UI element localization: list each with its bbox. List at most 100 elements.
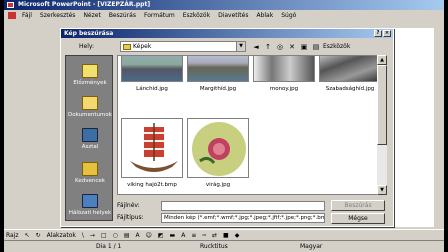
file-name: Szabadsághíd.jpg (325, 86, 375, 92)
chevron-down-icon[interactable]: ▼ (236, 42, 245, 51)
file-thumbnail (121, 56, 183, 82)
oval-icon[interactable]: ○ (113, 232, 118, 239)
left-border (0, 0, 4, 252)
scroll-thumb[interactable] (377, 65, 387, 145)
menu-bar: Fájl Szerkesztés Nézet Beszúrás Formátum… (4, 10, 444, 21)
menu-help[interactable]: Súgó (281, 12, 296, 19)
line-color-icon[interactable]: ▬ (170, 232, 176, 239)
select-arrow-icon[interactable]: ↖ (25, 232, 30, 239)
file-name: Margithíd.jpg (199, 86, 237, 92)
drawing-toolbar: Rajz ↖ ↻ Alakzatok \ → □ ○ ▤ A ☺ ◩ ▬ A ≡… (4, 229, 444, 240)
file-item[interactable]: Margithíd.jpg (186, 56, 250, 92)
back-icon[interactable]: ◄ (251, 41, 261, 52)
powerpoint-window: Microsoft PowerPoint - [VIZEPZÁR.ppt] Fá… (0, 0, 448, 252)
font-color-icon[interactable]: A (181, 232, 185, 239)
tools-menu[interactable]: Eszközök (323, 42, 350, 52)
menu-view[interactable]: Nézet (83, 12, 100, 19)
help-button[interactable]: ? (374, 30, 382, 37)
powerpoint-app-icon (7, 2, 14, 8)
look-in-combo[interactable]: Képek ▼ (120, 41, 246, 52)
menu-tools[interactable]: Eszközök (183, 12, 210, 19)
filename-input[interactable] (161, 201, 325, 211)
file-thumbnail (121, 118, 183, 178)
file-name: Lánchíd.jpg (136, 86, 168, 92)
place-network[interactable]: Hálózati helyek (66, 194, 114, 216)
draw-menu[interactable]: Rajz (6, 232, 19, 239)
menu-format[interactable]: Formátum (144, 12, 175, 19)
window-title: Microsoft PowerPoint - [VIZEPZÁR.ppt] (18, 1, 151, 8)
slide-indicator: Dia 1 / 1 (96, 243, 122, 250)
menu-slideshow[interactable]: Diavetítés (218, 12, 248, 19)
look-in-row: Hely: Képek ▼ ◄ ↑ ◎ ✕ ▣ ▤ Eszközök (65, 41, 391, 53)
slide-area (394, 28, 444, 227)
place-my-documents[interactable]: Dokumentumok (66, 96, 114, 118)
document-icon[interactable] (8, 12, 16, 19)
cancel-button[interactable]: Mégse (331, 213, 385, 224)
rectangle-icon[interactable]: □ (101, 232, 107, 239)
file-name: viking hajó2t.bmp (127, 182, 177, 188)
right-border (444, 0, 448, 252)
file-thumbnail (187, 56, 249, 82)
textbox-icon[interactable]: ▤ (124, 232, 130, 239)
filetype-select[interactable]: Minden kép (*.emf;*.wmf;*.jpg;*.jpeg;*.j… (161, 213, 325, 223)
scroll-up-icon[interactable]: ▲ (377, 55, 387, 65)
menu-file[interactable]: Fájl (22, 12, 32, 19)
title-bar: Microsoft PowerPoint - [VIZEPZÁR.ppt] (4, 0, 444, 10)
place-favorites[interactable]: Kedvencek (66, 162, 114, 184)
fill-color-icon[interactable]: ◩ (158, 232, 164, 239)
look-in-value: Képek (133, 43, 152, 50)
file-list-scrollbar[interactable]: ▲ ▼ (377, 55, 387, 195)
clipart-icon[interactable]: ☺ (146, 232, 152, 239)
language-indicator: Magyar (300, 243, 323, 250)
file-list-view[interactable]: Lánchíd.jpg Margithíd.jpg monoy.jpg Szab… (117, 55, 385, 195)
3d-icon[interactable]: ◆ (235, 232, 240, 239)
up-folder-icon[interactable]: ↑ (263, 41, 273, 52)
autoshapes-menu[interactable]: Alakzatok (47, 232, 76, 239)
menu-edit[interactable]: Szerkesztés (40, 12, 76, 19)
file-item[interactable]: viking hajó2t.bmp (120, 118, 184, 188)
file-item[interactable]: virág.jpg (186, 118, 250, 188)
menu-insert[interactable]: Beszúrás (109, 12, 136, 19)
places-bar: Előzmények Dokumentumok Asztal Kedvencek… (65, 55, 113, 221)
status-bar: Dia 1 / 1 Rucktitus Magyar (4, 240, 444, 252)
place-desktop[interactable]: Asztal (66, 128, 114, 150)
wordart-icon[interactable]: A (136, 232, 140, 239)
shadow-icon[interactable]: ■ (223, 232, 229, 239)
dialog-title: Kép beszúrása (64, 30, 114, 37)
desktop-icon (82, 128, 98, 142)
history-icon (82, 64, 98, 78)
my-documents-icon (82, 96, 98, 110)
delete-icon[interactable]: ✕ (287, 41, 297, 52)
file-item[interactable]: monoy.jpg (252, 56, 316, 92)
file-thumbnail (319, 56, 381, 82)
arrow-icon[interactable]: → (90, 232, 95, 239)
outline-pane (4, 28, 60, 227)
file-item[interactable]: Lánchíd.jpg (120, 56, 184, 92)
favorites-icon (82, 162, 98, 176)
file-name: monoy.jpg (269, 86, 299, 92)
new-folder-icon[interactable]: ▣ (299, 41, 309, 52)
dialog-toolbar: ◄ ↑ ◎ ✕ ▣ ▤ Eszközök (251, 41, 350, 52)
network-places-icon (82, 194, 98, 208)
filetype-label: Fájltípus: (117, 214, 144, 221)
file-item[interactable]: Szabadsághíd.jpg (318, 56, 382, 92)
insert-button[interactable]: Beszúrás (331, 200, 385, 211)
folder-icon (123, 44, 131, 50)
file-thumbnail (253, 56, 315, 82)
arrow-style-icon[interactable]: ⇄ (212, 232, 217, 239)
file-thumbnail (187, 118, 249, 178)
scroll-down-icon[interactable]: ▼ (377, 185, 387, 195)
design-name: Rucktitus (200, 243, 228, 250)
dash-style-icon[interactable]: ┅ (202, 232, 206, 239)
search-web-icon[interactable]: ◎ (275, 41, 285, 52)
line-style-icon[interactable]: ≡ (191, 232, 196, 239)
views-icon[interactable]: ▤ (311, 41, 321, 52)
menu-window[interactable]: Ablak (256, 12, 273, 19)
line-icon[interactable]: \ (82, 232, 84, 239)
filename-label: Fájlnév: (117, 202, 140, 209)
close-button[interactable]: × (383, 30, 391, 37)
place-history[interactable]: Előzmények (66, 64, 114, 86)
slide-scrollbar[interactable] (434, 28, 444, 227)
rotate-icon[interactable]: ↻ (36, 232, 41, 239)
insert-picture-dialog: Kép beszúrása ? × Hely: Képek ▼ ◄ ↑ ◎ ✕ … (60, 28, 394, 227)
